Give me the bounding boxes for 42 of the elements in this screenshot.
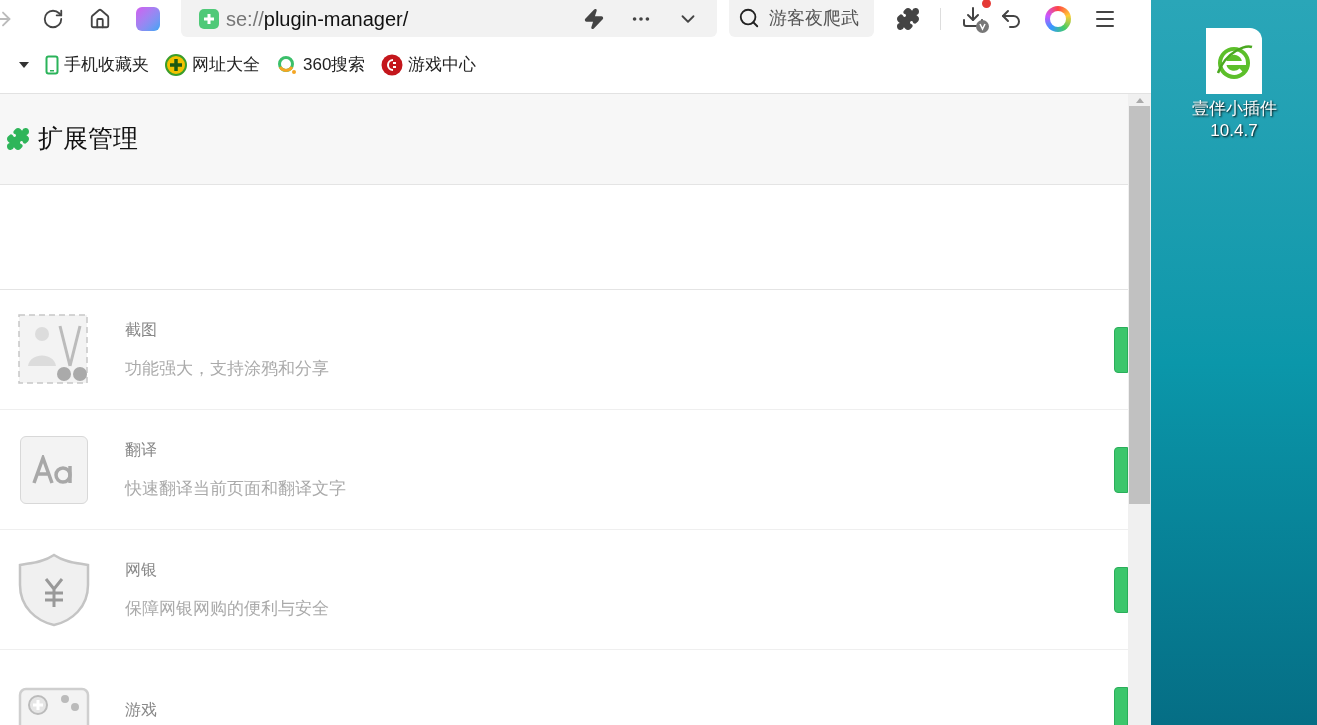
extension-name: 游戏: [125, 699, 157, 720]
photo-scissors-icon: [18, 313, 90, 386]
lightning-icon[interactable]: [583, 7, 605, 30]
bookmark-link[interactable]: 360搜索: [276, 52, 366, 78]
url-scheme: se://: [226, 6, 264, 32]
desktop-icon-version: 10.4.7: [1210, 120, 1258, 142]
phone-icon: [45, 55, 59, 75]
v-badge-icon: [976, 19, 989, 33]
extension-description: 快速翻译当前页面和翻译文字: [125, 477, 346, 500]
game-logo-icon: [381, 54, 404, 76]
page-title: 扩展管理: [38, 123, 138, 155]
extension-name: 截图: [125, 319, 158, 340]
plus-globe-icon: [165, 54, 187, 76]
puzzle-icon[interactable]: [896, 6, 920, 31]
ai-assistant-icon[interactable]: [1045, 5, 1071, 32]
translate-icon: [20, 435, 88, 504]
shield-yen-icon: [18, 552, 90, 627]
toggle-switch[interactable]: [1114, 326, 1128, 373]
dropdown-caret-icon[interactable]: [19, 62, 29, 68]
extension-description: 保障网银网购的便利与安全: [125, 597, 329, 620]
extension-name: 翻译: [125, 439, 158, 460]
puzzle-icon: [6, 127, 30, 151]
toggle-switch[interactable]: [1114, 566, 1128, 613]
extension-name: 网银: [125, 559, 158, 580]
bookmark-link[interactable]: 游戏中心: [381, 52, 477, 78]
reload-icon[interactable]: [42, 7, 64, 30]
scrollbar[interactable]: [1128, 94, 1151, 725]
home-icon[interactable]: [89, 7, 111, 30]
search-field[interactable]: 游客夜爬武: [729, 0, 874, 37]
toggle-switch[interactable]: [1114, 446, 1128, 493]
url-path: plugin-manager/: [263, 6, 409, 32]
extension-description: 功能强大，支持涂鸦和分享: [125, 357, 329, 380]
search-icon: [738, 7, 760, 29]
bookmark-link[interactable]: 手机收藏夹: [45, 52, 149, 78]
file-icon[interactable]: [1206, 28, 1262, 94]
ai-logo-icon[interactable]: [136, 6, 160, 31]
desktop-icon-label: 壹伴小插件: [1191, 98, 1277, 120]
bookmark-link[interactable]: 网址大全: [165, 52, 260, 78]
toggle-switch[interactable]: [1114, 686, 1128, 725]
ring-icon: [276, 54, 298, 76]
address-bar[interactable]: se://plugin-manager/: [181, 0, 717, 37]
secure-badge-icon: [199, 8, 219, 29]
